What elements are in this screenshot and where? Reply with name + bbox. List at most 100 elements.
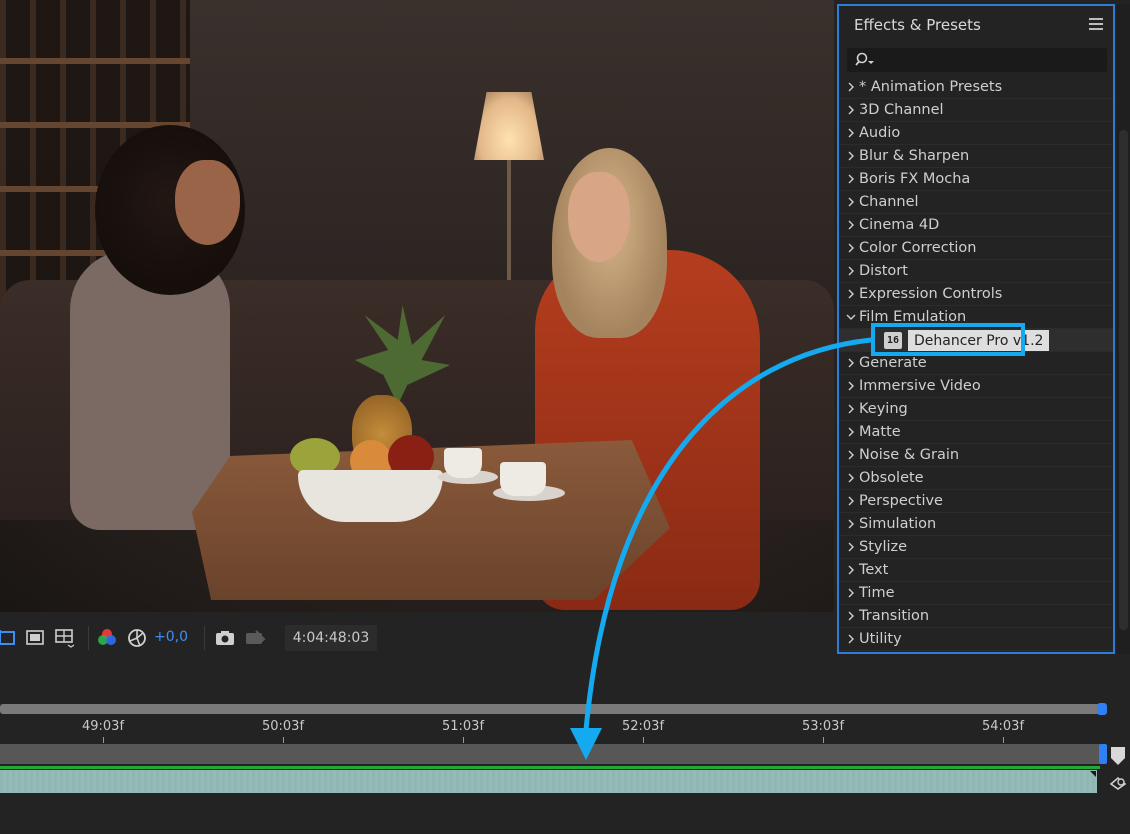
scene-lamp-pole: [507, 160, 511, 290]
effect-category-item[interactable]: Expression Controls: [839, 283, 1113, 306]
effect-category-label: Simulation: [859, 516, 937, 532]
chevron-right-icon[interactable]: [846, 588, 856, 598]
time-navigator-end-handle[interactable]: [1097, 703, 1107, 715]
show-snapshot-icon[interactable]: [244, 627, 266, 649]
chevron-right-icon[interactable]: [846, 197, 856, 207]
render-cache-indicator: [0, 766, 1100, 769]
effect-category-label: Boris FX Mocha: [859, 171, 971, 187]
chevron-right-icon[interactable]: [846, 565, 856, 575]
effect-category-label: Immersive Video: [859, 378, 981, 394]
transparency-grid-icon[interactable]: [24, 627, 46, 649]
effects-search-box[interactable]: [847, 48, 1107, 72]
effect-category-item[interactable]: Distort: [839, 260, 1113, 283]
effect-category-item[interactable]: Perspective: [839, 490, 1113, 513]
effect-category-label: Color Correction: [859, 240, 977, 256]
effect-category-item[interactable]: * Animation Presets: [839, 76, 1113, 99]
current-time-display[interactable]: 4:04:48:03: [285, 625, 377, 651]
effect-category-item[interactable]: Simulation: [839, 513, 1113, 536]
effects-search-input[interactable]: [877, 48, 1102, 72]
chevron-right-icon[interactable]: [846, 358, 856, 368]
chevron-right-icon[interactable]: [846, 496, 856, 506]
chevron-right-icon[interactable]: [846, 473, 856, 483]
chevron-right-icon[interactable]: [846, 404, 856, 414]
work-area-bar[interactable]: [0, 744, 1100, 764]
dehancer-highlight-box: [871, 323, 1025, 356]
ruler-tick-mark: [103, 737, 104, 743]
panel-menu-icon[interactable]: [1089, 15, 1103, 33]
panel-scrollbar-thumb[interactable]: [1119, 130, 1128, 630]
toolbar-separator: [204, 626, 205, 650]
guides-icon[interactable]: [53, 627, 75, 649]
ruler-tick-label: 52:03f: [621, 719, 665, 734]
layer-duration-bar[interactable]: [0, 770, 1097, 793]
ruler-tick-label: 54:03f: [981, 719, 1025, 734]
effect-category-item[interactable]: Audio: [839, 122, 1113, 145]
scene-cup-2: [500, 462, 546, 496]
effect-category-item[interactable]: Immersive Video: [839, 375, 1113, 398]
chevron-right-icon[interactable]: [846, 611, 856, 621]
chevron-right-icon[interactable]: [846, 542, 856, 552]
effect-category-item[interactable]: Cinema 4D: [839, 214, 1113, 237]
effect-category-item[interactable]: Blur & Sharpen: [839, 145, 1113, 168]
reset-exposure-icon[interactable]: [126, 627, 148, 649]
ruler-tick-label: 49:03f: [81, 719, 125, 734]
effect-category-label: Generate: [859, 355, 927, 371]
ruler-tick-label: 53:03f: [801, 719, 845, 734]
effect-category-label: Text: [859, 562, 889, 578]
effect-category-item[interactable]: Color Correction: [839, 237, 1113, 260]
effect-category-item[interactable]: Stylize: [839, 536, 1113, 559]
chevron-right-icon[interactable]: [846, 105, 856, 115]
scene-person-right-face: [568, 172, 630, 262]
effect-category-item[interactable]: Transition: [839, 605, 1113, 628]
ruler-tick-mark: [463, 737, 464, 743]
effect-category-item[interactable]: Channel: [839, 191, 1113, 214]
effect-category-item[interactable]: Time: [839, 582, 1113, 605]
chevron-right-icon[interactable]: [846, 381, 856, 391]
ruler-tick-mark: [643, 737, 644, 743]
chevron-right-icon[interactable]: [846, 634, 856, 644]
search-icon: [855, 52, 874, 66]
chevron-right-icon[interactable]: [846, 243, 856, 253]
effect-category-item[interactable]: 3D Channel: [839, 99, 1113, 122]
chevron-right-icon[interactable]: [846, 174, 856, 184]
region-of-interest-icon[interactable]: [0, 627, 18, 649]
chevron-right-icon[interactable]: [846, 289, 856, 299]
chevron-right-icon[interactable]: [846, 151, 856, 161]
ruler-tick-mark: [1003, 737, 1004, 743]
effect-category-item[interactable]: Utility: [839, 628, 1113, 651]
effect-category-item[interactable]: Text: [839, 559, 1113, 582]
effect-category-item[interactable]: Obsolete: [839, 467, 1113, 490]
current-time-indicator-icon[interactable]: [1110, 746, 1126, 766]
chevron-right-icon[interactable]: [846, 519, 856, 529]
scene-person-left-face: [175, 160, 240, 245]
effect-category-label: 3D Channel: [859, 102, 944, 118]
chevron-right-icon[interactable]: [846, 450, 856, 460]
chevron-right-icon[interactable]: [846, 220, 856, 230]
chevron-right-icon[interactable]: [846, 427, 856, 437]
effect-category-label: Channel: [859, 194, 919, 210]
color-channels-icon[interactable]: [96, 627, 118, 649]
ruler-tick-label: 50:03f: [261, 719, 305, 734]
time-navigator-bar[interactable]: [0, 704, 1100, 714]
effect-category-label: Utility: [859, 631, 902, 647]
effect-category-item[interactable]: Noise & Grain: [839, 444, 1113, 467]
effects-category-list: * Animation Presets 3D Channel Audio Blur &…: [839, 76, 1113, 651]
ruler-tick-label: 51:03f: [441, 719, 485, 734]
exposure-value[interactable]: +0,0: [154, 629, 188, 645]
time-ruler[interactable]: [0, 715, 1100, 743]
ruler-tick-mark: [823, 737, 824, 743]
layer-switch-icon[interactable]: [1108, 772, 1128, 792]
work-area-end-handle[interactable]: [1099, 744, 1107, 764]
chevron-right-icon[interactable]: [846, 128, 856, 138]
chevron-right-icon[interactable]: [846, 266, 856, 276]
chevron-down-icon[interactable]: [846, 312, 856, 322]
effect-category-label: Noise & Grain: [859, 447, 960, 463]
snapshot-icon[interactable]: [214, 627, 236, 649]
effect-category-label: * Animation Presets: [859, 79, 1003, 95]
composition-viewer[interactable]: [0, 0, 834, 612]
effect-category-item[interactable]: Matte: [839, 421, 1113, 444]
effect-category-item[interactable]: Boris FX Mocha: [839, 168, 1113, 191]
effect-category-item[interactable]: Keying: [839, 398, 1113, 421]
effect-category-label: Time: [859, 585, 895, 601]
chevron-right-icon[interactable]: [846, 82, 856, 92]
